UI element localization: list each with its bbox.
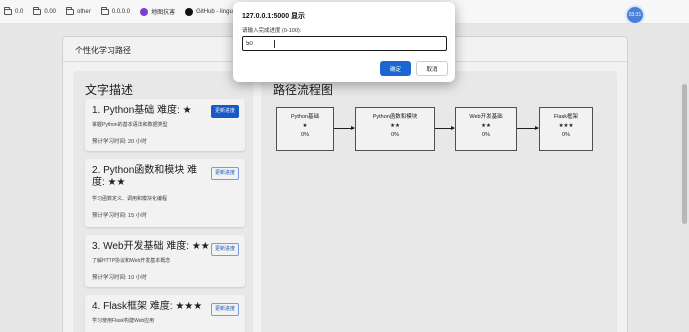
clock-badge: 03:31 bbox=[625, 5, 645, 25]
folder-icon bbox=[4, 6, 12, 15]
bookmark-item[interactable]: 地图抗害 bbox=[140, 7, 175, 16]
prompt-dialog: 127.0.0.1:5000 显示 请输入完成进度 (0-100): 确定 取消 bbox=[233, 2, 455, 82]
bookmark-label: 0.0.0.0 bbox=[111, 8, 131, 15]
bookmark-label: 地图抗害 bbox=[151, 10, 176, 16]
dialog-origin: 127.0.0.1:5000 显示 bbox=[242, 13, 306, 20]
bookmark-item[interactable]: other bbox=[66, 6, 91, 15]
text-cursor bbox=[274, 40, 275, 48]
folder-icon bbox=[66, 6, 75, 15]
folder-icon bbox=[33, 6, 42, 15]
bookmark-label: other bbox=[77, 8, 91, 15]
bookmark-label: 0.00 bbox=[44, 8, 57, 15]
cancel-button[interactable]: 取消 bbox=[416, 61, 448, 76]
dialog-message: 请输入完成进度 (0-100): bbox=[242, 28, 302, 34]
progress-input[interactable] bbox=[242, 36, 447, 51]
github-icon bbox=[185, 7, 194, 16]
folder-icon bbox=[100, 6, 109, 15]
bookmark-label: 0.0 bbox=[15, 8, 24, 15]
app-icon bbox=[140, 7, 149, 16]
bookmark-item[interactable]: 0.00 bbox=[33, 6, 57, 15]
bookmark-item[interactable]: 0.0.0.0 bbox=[100, 6, 131, 15]
bookmark-item[interactable]: 0.0 bbox=[4, 6, 24, 15]
ok-button[interactable]: 确定 bbox=[380, 61, 411, 76]
